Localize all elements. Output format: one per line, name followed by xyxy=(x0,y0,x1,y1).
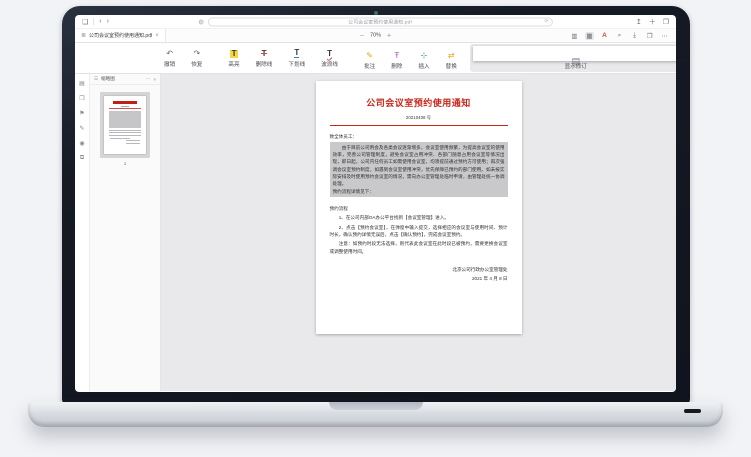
zoom-controls: − 70% + xyxy=(360,32,391,39)
page-badge-icon[interactable]: ◍ xyxy=(198,18,203,25)
tab-bar: ≣ 公司会议室预约使用通知.pdf × − 70% + ▥ ▦ A ⌕ ⤓ ❐ … xyxy=(75,29,676,43)
document-title: 公司会议室预约使用通知 xyxy=(330,96,508,109)
annotation-list-icon[interactable]: ✎ xyxy=(79,125,84,132)
notice-line: 注意：如预约时段无法选择，则代表此会议室在此时段已被预约，需要更换会议室或调整使… xyxy=(330,240,508,255)
thumbnail-page-preview xyxy=(104,96,146,154)
view-grid-icon[interactable]: ▦ xyxy=(585,32,594,40)
highlighted-paragraph: 由于目前公司例会及各类会议逐渐增多，会议室使用频繁，为提高会议室的使用效率，完善… xyxy=(330,142,508,197)
zoom-level[interactable]: 70% xyxy=(370,33,381,39)
zoom-in-button[interactable]: + xyxy=(387,32,391,39)
process-step-2: 2、点击【预约会议室】，在弹窗中输入提交，选择相应的会议室与使用时间、预计时长，… xyxy=(330,224,508,239)
squiggly-icon: T xyxy=(327,48,332,59)
highlight-button[interactable]: T 高亮 xyxy=(225,46,242,70)
panel-title: 缩略图 xyxy=(101,76,115,82)
document-icon: ≣ xyxy=(81,32,86,39)
more-icon[interactable]: ⋯ xyxy=(660,32,669,40)
tab-close-icon[interactable]: × xyxy=(155,33,159,39)
strikethrough-icon: T xyxy=(262,48,267,59)
window-chrome-bar: ❏ ‹ › ◍ 公司会议室预约使用通知.pdf ⟳ ↥ ＋ ❐ xyxy=(75,15,676,29)
show-revision-icon: ▤ xyxy=(473,46,676,61)
sidebar-icon-rail: ▤ ❐ ⚑ ✎ ◉ ⧉ xyxy=(75,74,90,391)
panel-menu-icon[interactable]: ☰ xyxy=(94,76,98,82)
main-area: ▤ ❐ ⚑ ✎ ◉ ⧉ ☰ 缩略图 ⋯ × xyxy=(75,74,676,391)
delete-markup-button[interactable]: Ŧ 删除 xyxy=(388,48,405,72)
pdf-page: 公司会议室预约使用通知 20210408 号 致全体员工： 由于目前公司例会及各… xyxy=(316,81,522,334)
insert-markup-icon: ⊹ xyxy=(421,50,428,61)
title-rule xyxy=(330,125,508,126)
link-icon[interactable]: ⧉ xyxy=(80,155,84,162)
thumbnail-panel: ☰ 缩略图 ⋯ × xyxy=(90,74,161,391)
window-icon[interactable]: ❐ xyxy=(645,32,654,40)
stamp-icon[interactable]: ◉ xyxy=(79,140,84,147)
undo-button[interactable]: ↶ 撤销 xyxy=(161,46,178,70)
undo-icon: ↶ xyxy=(166,48,173,59)
replace-markup-icon: ⇄ xyxy=(448,50,455,61)
underline-icon: T xyxy=(294,48,299,59)
underline-button[interactable]: T 下划线 xyxy=(285,46,308,70)
squiggly-button[interactable]: T 波浪线 xyxy=(318,46,341,70)
address-bar[interactable]: 公司会议室预约使用通知.pdf ⟳ xyxy=(208,17,553,26)
strikethrough-button[interactable]: T 删除线 xyxy=(253,46,276,70)
thumbnails-icon[interactable]: ▤ xyxy=(79,80,85,87)
address-text: 公司会议室预约使用通知.pdf xyxy=(348,18,412,25)
view-list-icon[interactable]: ▥ xyxy=(570,32,579,40)
salutation: 致全体员工： xyxy=(330,133,508,140)
pages-icon[interactable]: ❐ xyxy=(79,95,84,102)
highlight-icon: T xyxy=(230,48,238,59)
base-foot xyxy=(684,409,701,413)
thumbnail-panel-header: ☰ 缩略图 ⋯ × xyxy=(90,74,160,85)
document-tab[interactable]: ≣ 公司会议室预约使用通知.pdf × xyxy=(75,29,166,42)
comment-icon: ✎ xyxy=(366,50,373,61)
page-thumbnail[interactable] xyxy=(100,92,150,158)
download-icon[interactable]: ⤓ xyxy=(630,32,639,40)
share-icon[interactable]: ↥ xyxy=(636,18,642,26)
sidebar-toggle-icon[interactable]: ❏ xyxy=(82,18,88,26)
search-icon[interactable]: ⌕ xyxy=(615,32,624,40)
zoom-out-button[interactable]: − xyxy=(360,32,364,39)
annotate-icon[interactable]: A xyxy=(600,32,609,39)
panel-close-icon[interactable]: × xyxy=(153,77,156,82)
show-revision-button[interactable]: ▤ 显示修订 xyxy=(470,44,676,72)
back-icon[interactable]: ‹ xyxy=(99,18,101,25)
tabs-overview-icon[interactable]: ❐ xyxy=(663,18,669,26)
lid-notch xyxy=(329,402,423,410)
signature-date: 2021 年 4 月 8 日 xyxy=(330,275,508,282)
reload-icon[interactable]: ⟳ xyxy=(544,19,548,25)
replace-markup-button[interactable]: ⇄ 替换 xyxy=(443,48,460,72)
app-window: ❏ ‹ › ◍ 公司会议室预约使用通知.pdf ⟳ ↥ ＋ ❐ ≣ 公司会议室预… xyxy=(75,15,676,392)
new-tab-icon[interactable]: ＋ xyxy=(649,17,656,27)
comment-button[interactable]: ✎ 批注 xyxy=(361,48,378,72)
redo-button[interactable]: ↷ 恢复 xyxy=(188,46,205,70)
document-number: 20210408 号 xyxy=(330,115,508,121)
thumbnail-page-number: 1 xyxy=(124,161,127,166)
laptop-base xyxy=(28,402,723,427)
annotation-toolbar: ↶ 撤销 ↷ 恢复 T 高亮 T 删除线 T 下划线 T xyxy=(75,43,676,74)
insert-markup-button[interactable]: ⊹ 插入 xyxy=(415,48,432,72)
panel-more-icon[interactable]: ⋯ xyxy=(146,76,151,82)
bookmark-icon[interactable]: ⚑ xyxy=(79,110,84,117)
tab-title: 公司会议室预约使用通知.pdf xyxy=(89,32,152,39)
divider xyxy=(93,18,94,25)
process-title: 预约流程 xyxy=(330,205,508,212)
redo-icon: ↷ xyxy=(193,48,200,59)
delete-markup-icon: Ŧ xyxy=(394,50,399,61)
document-viewport[interactable]: 公司会议室预约使用通知 20210408 号 致全体员工： 由于目前公司例会及各… xyxy=(161,74,676,391)
process-step-1: 1、在公司内部OA办公平台找到【会议室管理】进入。 xyxy=(330,214,508,221)
forward-icon[interactable]: › xyxy=(107,18,109,25)
signature: 北京公司行政办公室管理处 xyxy=(330,266,508,273)
